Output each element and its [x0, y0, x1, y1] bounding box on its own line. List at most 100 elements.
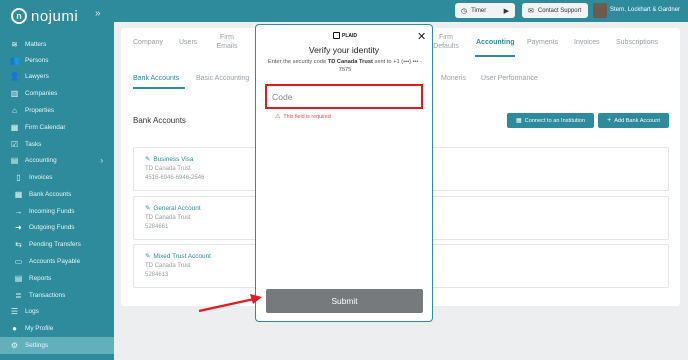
play-icon: ▶: [503, 7, 509, 15]
edit-icon[interactable]: ✎: [145, 252, 150, 260]
tab-payments[interactable]: Payments: [527, 38, 558, 47]
sidebar-item-label: Companies: [25, 89, 58, 97]
sidebar-item-label: My Profile: [25, 324, 54, 332]
arrow-right-icon: →: [14, 206, 23, 216]
desc-prefix: Enter the security code: [267, 59, 328, 65]
tab-invoices[interactable]: Invoices: [574, 38, 600, 47]
account-name-link[interactable]: ✎ General Account: [145, 204, 201, 213]
sidebar-item-pending-transfers[interactable]: ⇆ Pending Transfers: [0, 236, 114, 252]
sidebar-item-label: Tasks: [25, 140, 42, 148]
code-input[interactable]: [272, 91, 412, 103]
plus-icon: +: [607, 117, 612, 124]
layers-icon: ≋: [11, 39, 18, 49]
sidebar-item-label: Accounts Payable: [29, 257, 81, 265]
close-icon[interactable]: ✕: [417, 30, 426, 43]
sidebar-item-label: Logs: [25, 307, 39, 315]
sidebar-item-reports[interactable]: ▤ Reports: [0, 270, 114, 286]
account-name: General Account: [153, 204, 201, 212]
code-field-container: [265, 84, 423, 109]
bank-icon: ▦: [14, 189, 23, 199]
subtab-basic-accounting[interactable]: Basic Accounting: [196, 75, 249, 82]
account-name-link[interactable]: ✎ Mixed Trust Account: [145, 252, 211, 261]
section-title: Bank Accounts: [133, 116, 186, 125]
plaid-brand: PLAID: [342, 32, 357, 39]
report-icon: ▤: [14, 273, 23, 283]
sidebar-item-matters[interactable]: ≋ Matters: [0, 36, 114, 52]
sidebar-item-transactions[interactable]: ≣ Transactions: [0, 287, 114, 303]
account-name-link[interactable]: ✎ Business Visa: [145, 155, 194, 164]
timer-button[interactable]: ◷ Timer ▶: [455, 3, 515, 18]
transfer-icon: ⇆: [15, 239, 22, 249]
app-logo[interactable]: n nojumi: [11, 7, 78, 25]
building-icon: ▥: [10, 88, 19, 98]
active-tab-indicator: [475, 55, 515, 57]
account-number: 5284661: [145, 224, 169, 230]
subtab-bank-accounts[interactable]: Bank Accounts: [133, 75, 179, 82]
sidebar-item-invoices[interactable]: ▯ Invoices: [0, 169, 114, 185]
edit-icon[interactable]: ✎: [145, 204, 150, 212]
sidebar-item-properties[interactable]: ⌂ Properties: [0, 102, 114, 118]
sidebar-item-my-profile[interactable]: ● My Profile: [0, 320, 114, 336]
sidebar-item-incoming-funds[interactable]: → Incoming Funds: [0, 203, 114, 219]
tab-subscriptions[interactable]: Subscriptions: [616, 38, 658, 47]
checkbox-icon: ☑: [10, 139, 19, 149]
modal-title: Verify your identity: [308, 45, 380, 55]
gear-icon: ⚙: [10, 341, 19, 350]
subtab-moneris[interactable]: Moneris: [441, 75, 466, 82]
tab-company[interactable]: Company: [133, 38, 163, 47]
sidebar-item-label: Accounting: [25, 156, 57, 164]
clock-icon: ◷: [461, 7, 468, 15]
sidebar-item-companies[interactable]: ▥ Companies: [0, 85, 114, 101]
avatar[interactable]: [593, 3, 607, 18]
sidebar-item-label: Properties: [25, 106, 55, 114]
sidebar-item-label: Pending Transfers: [29, 240, 81, 248]
edit-icon[interactable]: ✎: [145, 155, 150, 163]
collapse-sidebar-icon[interactable]: »: [95, 8, 101, 19]
chat-icon: ✉: [528, 7, 534, 15]
tab-accounting[interactable]: Accounting: [476, 38, 515, 47]
sidebar-item-lawyers[interactable]: 👤 Lawyers: [0, 68, 114, 84]
warning-icon: ⚠: [275, 114, 281, 120]
sidebar-item-logs[interactable]: ☰ Logs: [0, 303, 114, 319]
payable-icon: ▭: [14, 256, 23, 266]
account-name: Business Visa: [153, 155, 194, 163]
modal-description: Enter the security code TD Canada Trust …: [266, 58, 424, 74]
sidebar-item-persons[interactable]: 👥 Persons: [0, 52, 114, 68]
sidebar-item-label: Matters: [25, 40, 47, 48]
desc-bank: TD Canada Trust: [327, 59, 373, 65]
ledger-icon: ▤: [10, 155, 19, 165]
sidebar: n nojumi » ≋ Matters 👥 Persons 👤 Lawyers ▥ C…: [0, 0, 114, 360]
sidebar-item-firm-calendar[interactable]: ▦ Firm Calendar: [0, 119, 114, 135]
tab-users[interactable]: Users: [179, 38, 197, 47]
sidebar-item-label: Settings: [25, 342, 49, 349]
sidebar-item-tasks[interactable]: ☑ Tasks: [0, 136, 114, 152]
account-institution: TD Canada Trust: [145, 263, 191, 269]
sidebar-item-outgoing-funds[interactable]: ➜ Outgoing Funds: [0, 219, 114, 235]
sidebar-item-label: Invoices: [29, 173, 53, 181]
sidebar-item-accounting[interactable]: ▤ Accounting ›: [0, 152, 114, 168]
plaid-mark-icon: [333, 32, 340, 39]
submit-button[interactable]: Submit: [266, 289, 423, 313]
add-bank-account-button[interactable]: + Add Bank Account: [598, 113, 669, 128]
list-icon: ☰: [10, 306, 19, 316]
sidebar-item-label: Persons: [25, 56, 49, 64]
firm-name[interactable]: Stern, Lockhart & Gardner: [610, 7, 680, 13]
connect-institution-label: Connect to an Institution: [524, 117, 585, 124]
tab-firm-emails[interactable]: Firm Emails: [216, 33, 238, 51]
plaid-verify-modal: PLAID ✕ Verify your identity Enter the s…: [255, 24, 433, 322]
subtab-user-performance[interactable]: User Performance: [481, 75, 538, 82]
sidebar-item-label: Transactions: [29, 291, 66, 299]
sidebar-item-bank-accounts[interactable]: ▦ Bank Accounts: [0, 186, 114, 202]
tab-firm-defaults[interactable]: Firm Defaults: [432, 33, 460, 51]
connect-institution-button[interactable]: ▦ Connect to an Institution: [507, 113, 594, 128]
sidebar-item-accounts-payable[interactable]: ▭ Accounts Payable: [0, 253, 114, 269]
account-number: 4516-6946-6946-2546: [145, 175, 205, 181]
contact-support-button[interactable]: ✉ Contact Support: [522, 3, 588, 18]
arrow-right-circle-icon: ➜: [15, 222, 22, 232]
account-institution: TD Canada Trust: [145, 215, 191, 221]
calendar-icon: ▦: [10, 122, 19, 132]
error-text: This field is required: [283, 113, 331, 120]
validation-error: ⚠ This field is required: [275, 113, 331, 121]
add-bank-account-label: Add Bank Account: [614, 117, 660, 124]
sidebar-item-settings[interactable]: ⚙ Settings: [0, 337, 114, 354]
